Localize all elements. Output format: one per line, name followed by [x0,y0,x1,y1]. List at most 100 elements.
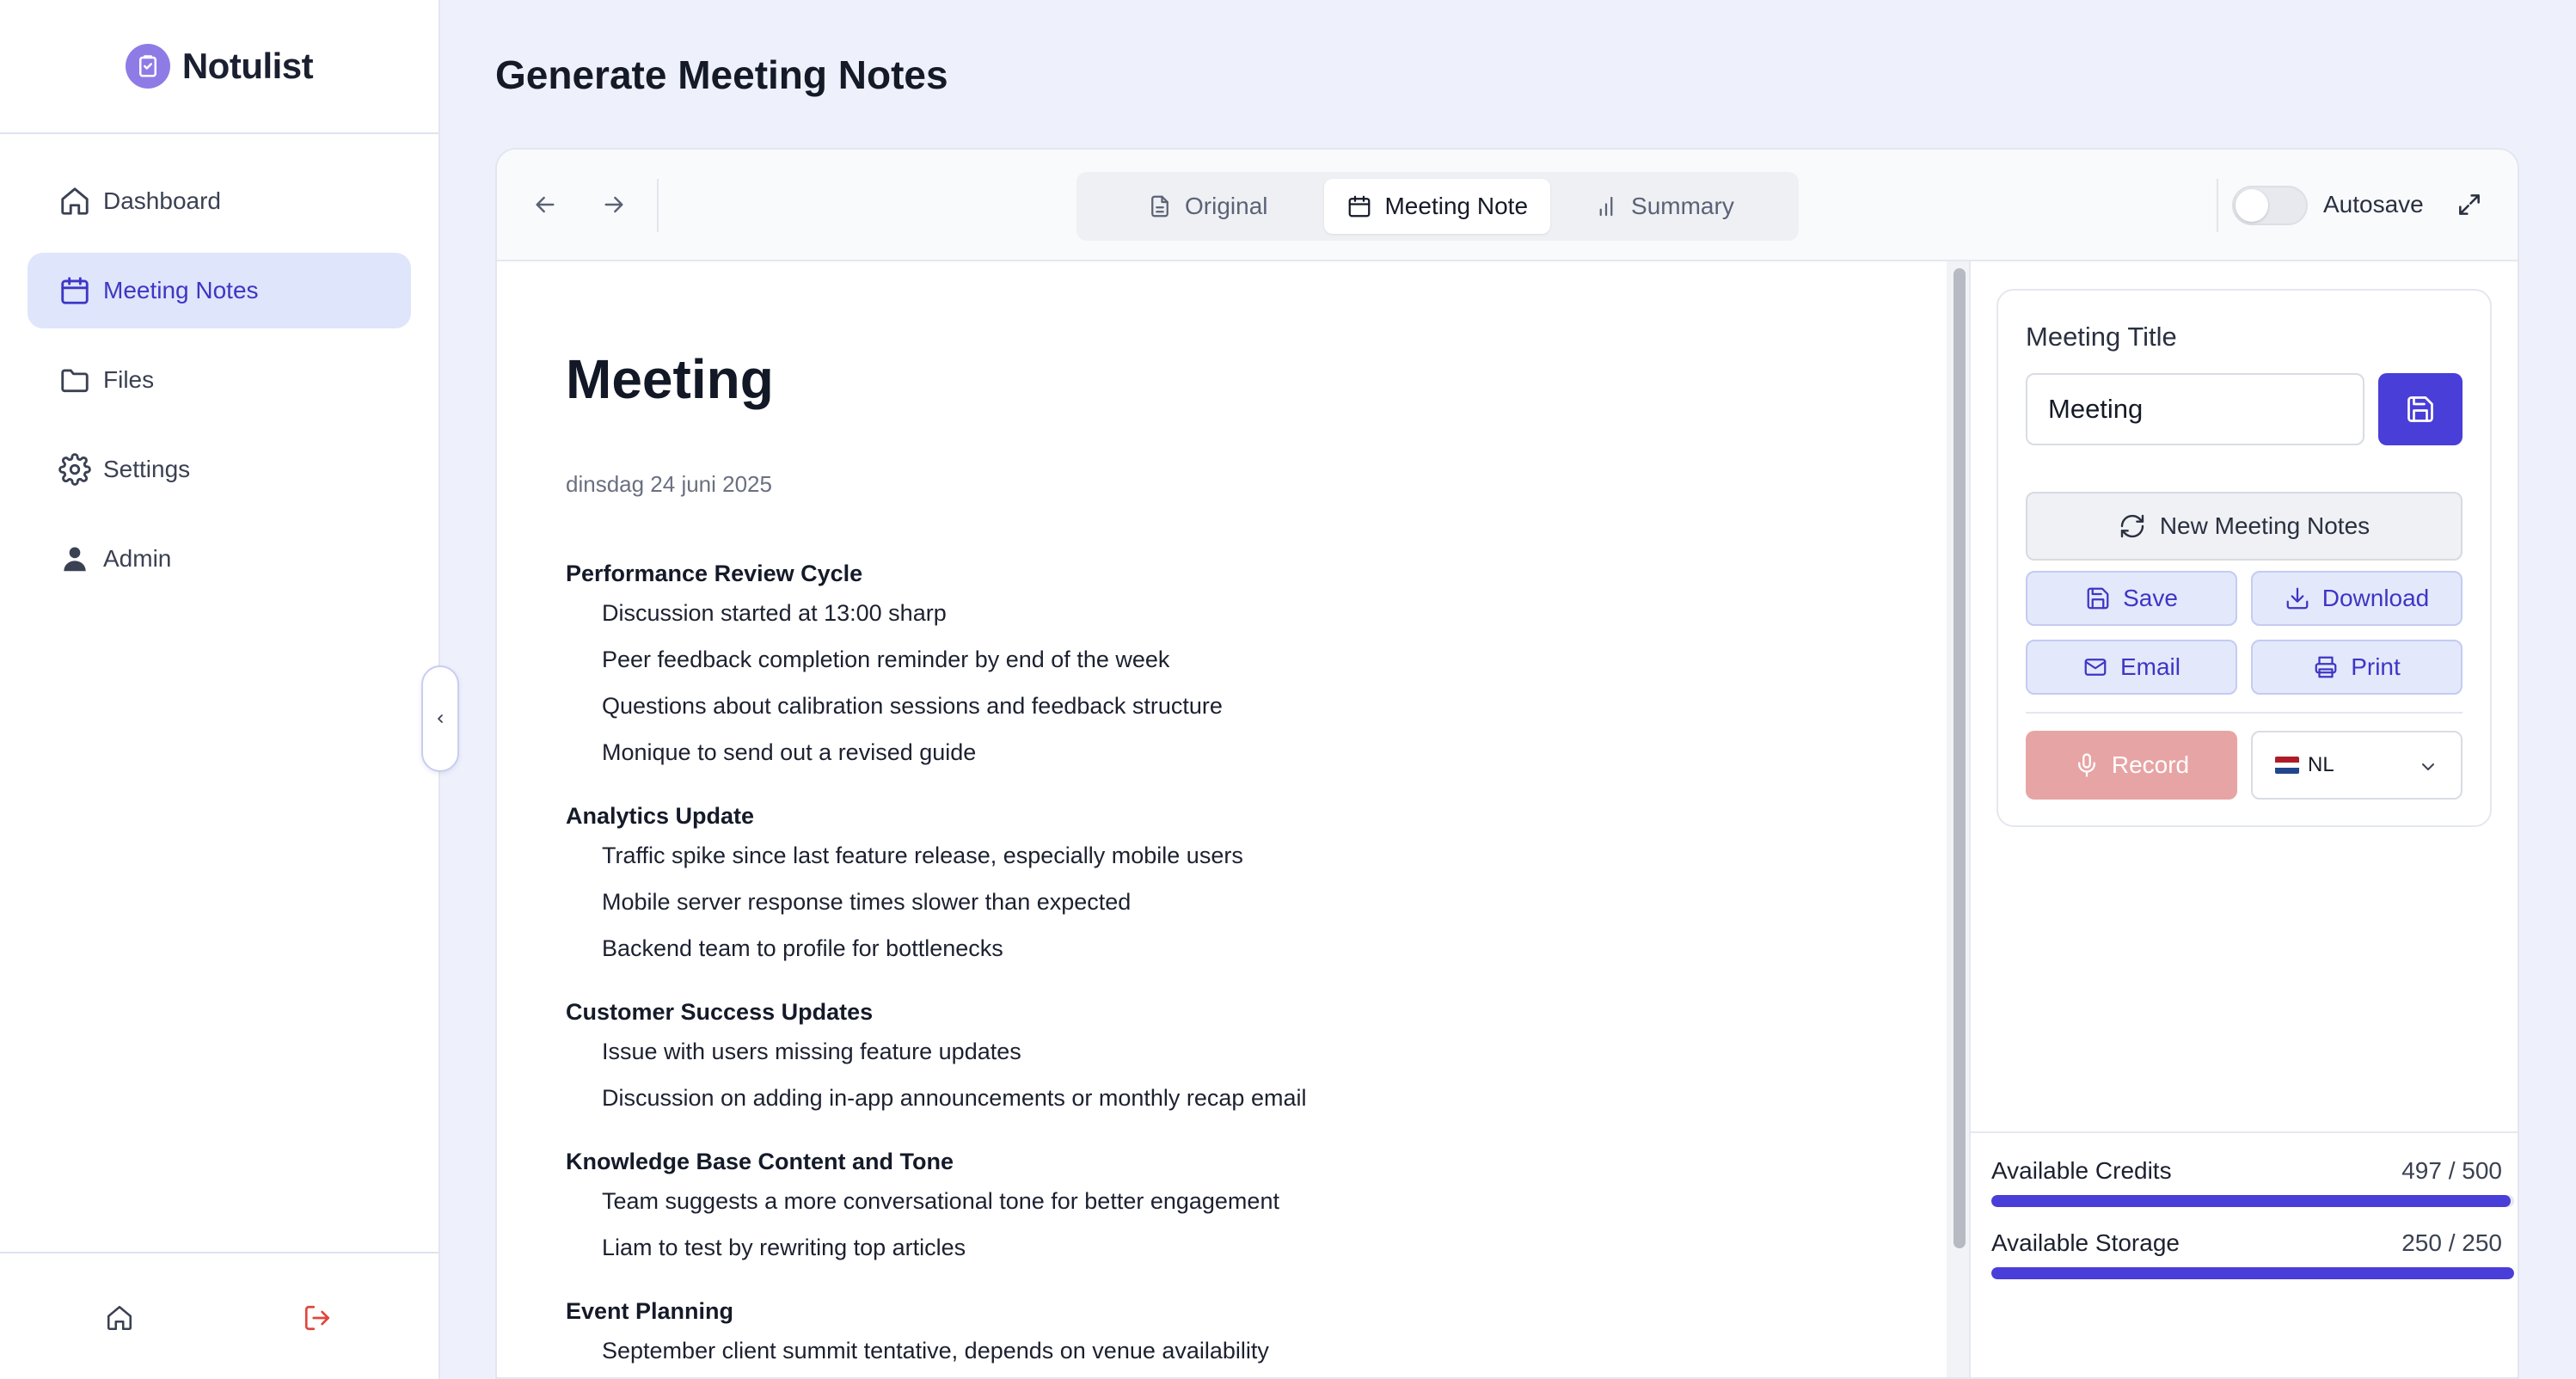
button-label: Print [2351,653,2401,680]
language-value: NL [2308,753,2334,776]
sidebar-nav: Dashboard Meeting Notes Files Settings A… [28,163,411,610]
brand[interactable]: Notulist [0,0,439,134]
new-meeting-notes-button[interactable]: New Meeting Notes [2026,492,2463,561]
button-label: Save [2123,585,2178,611]
actions-panel: Meeting Title New Meeting Notes [1971,261,2518,1377]
tab-meeting-note[interactable]: Meeting Note [1324,179,1551,234]
home-icon[interactable] [105,1303,134,1333]
button-label: Record [2111,751,2190,778]
section-item: Liam to test by rewriting top articles [602,1235,966,1260]
calendar-icon [1346,193,1372,219]
sidebar-item-admin[interactable]: Admin [28,521,411,597]
editor-card: Original Meeting Note Summary Autosave M… [495,148,2519,1379]
storage-label: Available Storage [1991,1229,2180,1256]
logout-icon[interactable] [303,1303,332,1333]
download-icon [2285,585,2310,611]
credits-progress-fill [1991,1195,2512,1207]
button-label: New Meeting Notes [2159,512,2371,539]
language-select[interactable]: NL [2251,731,2463,800]
storage-progress-bar [1991,1267,2514,1279]
editor-toolbar: Original Meeting Note Summary Autosave [497,150,2518,261]
app-name: Notulist [181,46,314,86]
document-icon [1147,193,1173,219]
sidebar-item-settings[interactable]: Settings [28,432,411,507]
button-label: Email [2119,653,2180,680]
netherlands-flag-icon [2275,757,2299,774]
section-heading: Customer Success Updates [566,999,874,1025]
credits-label: Available Credits [1991,1157,2172,1184]
meeting-actions-card: Meeting Title New Meeting Notes [1996,289,2492,827]
section-item: Discussion started at 13:00 sharp [602,600,947,626]
chevron-left-icon [433,712,447,726]
sidebar-collapse-button[interactable] [421,665,459,772]
card-divider [2026,712,2463,714]
sidebar-item-meeting-notes[interactable]: Meeting Notes [28,253,411,328]
sidebar-item-files[interactable]: Files [28,342,411,418]
note-section: Knowledge Base Content and Tone Team sug… [566,1142,1907,1274]
save-icon [2085,585,2111,611]
autosave-toggle[interactable] [2232,186,2308,225]
printer-icon [2313,654,2339,680]
chevron-down-icon [2418,757,2438,777]
save-icon [2405,394,2436,425]
save-button[interactable]: Save [2026,571,2237,626]
tab-label: Meeting Note [1384,193,1529,219]
scrollbar-thumb[interactable] [1953,268,1966,1248]
note-section: Customer Success Updates Issue with user… [566,992,1907,1125]
tab-original[interactable]: Original [1125,179,1290,234]
sidebar-item-label: Files [103,366,155,393]
sidebar-item-label: Dashboard [103,187,221,214]
sidebar-footer [0,1252,439,1379]
document-title: Meeting [566,348,774,410]
meeting-note-document[interactable]: Meeting dinsdag 24 juni 2025 Performance… [497,261,1947,1377]
document-scrollbar[interactable] [1947,261,1971,1377]
gear-icon [58,453,91,486]
print-button[interactable]: Print [2251,640,2463,695]
section-heading: Analytics Update [566,803,755,829]
microphone-icon [2074,752,2100,778]
storage-value: 250 / 250 [2401,1229,2502,1256]
email-button[interactable]: Email [2026,640,2237,695]
toolbar-divider [657,179,659,232]
section-item: September client summit tentative, depen… [602,1338,1269,1364]
section-item: Peer feedback completion reminder by end… [602,647,1170,672]
user-icon [58,542,91,575]
section-item: Traffic spike since last feature release… [602,843,1243,868]
section-item: Questions about calibration sessions and… [602,693,1223,719]
calendar-icon [58,274,91,307]
credits-progress-bar [1991,1195,2514,1207]
section-heading: Event Planning [566,1298,734,1324]
mail-icon [2082,654,2108,680]
sidebar-item-label: Meeting Notes [103,277,259,303]
forward-arrow-icon[interactable] [600,191,628,218]
note-section: Event Planning September client summit t… [566,1291,1907,1377]
folder-icon [58,364,91,396]
tab-label: Summary [1631,193,1734,219]
section-item: Backend team to profile for bottlenecks [602,935,1003,961]
save-title-button[interactable] [2378,373,2463,445]
section-heading: Performance Review Cycle [566,561,863,586]
expand-icon[interactable] [2456,191,2483,218]
section-heading: Knowledge Base Content and Tone [566,1149,954,1174]
toolbar-divider [2217,179,2218,232]
sidebar-item-dashboard[interactable]: Dashboard [28,163,411,239]
download-button[interactable]: Download [2251,571,2463,626]
tab-label: Original [1185,193,1268,219]
sidebar: Notulist Dashboard Meeting Notes Files S… [0,0,440,1379]
back-arrow-icon[interactable] [531,191,559,218]
section-item: Monique to send out a revised guide [602,739,977,765]
refresh-icon [2119,512,2146,540]
page-title: Generate Meeting Notes [495,52,948,97]
storage-progress-fill [1991,1267,2514,1279]
document-sections: Performance Review Cycle Discussion star… [566,554,1907,1377]
tab-summary[interactable]: Summary [1571,179,1757,234]
section-item: Discussion on adding in-app announcement… [602,1085,1307,1111]
document-date: dinsdag 24 juni 2025 [566,471,772,497]
sidebar-item-label: Admin [103,545,172,572]
meeting-title-input[interactable] [2026,373,2364,445]
section-item: Mobile server response times slower than… [602,889,1132,915]
section-item: Team suggests a more conversational tone… [602,1188,1279,1214]
record-button[interactable]: Record [2026,731,2237,800]
usage-section: Available Credits 497 / 500 Available St… [1971,1131,2518,1377]
button-label: Download [2321,585,2430,611]
